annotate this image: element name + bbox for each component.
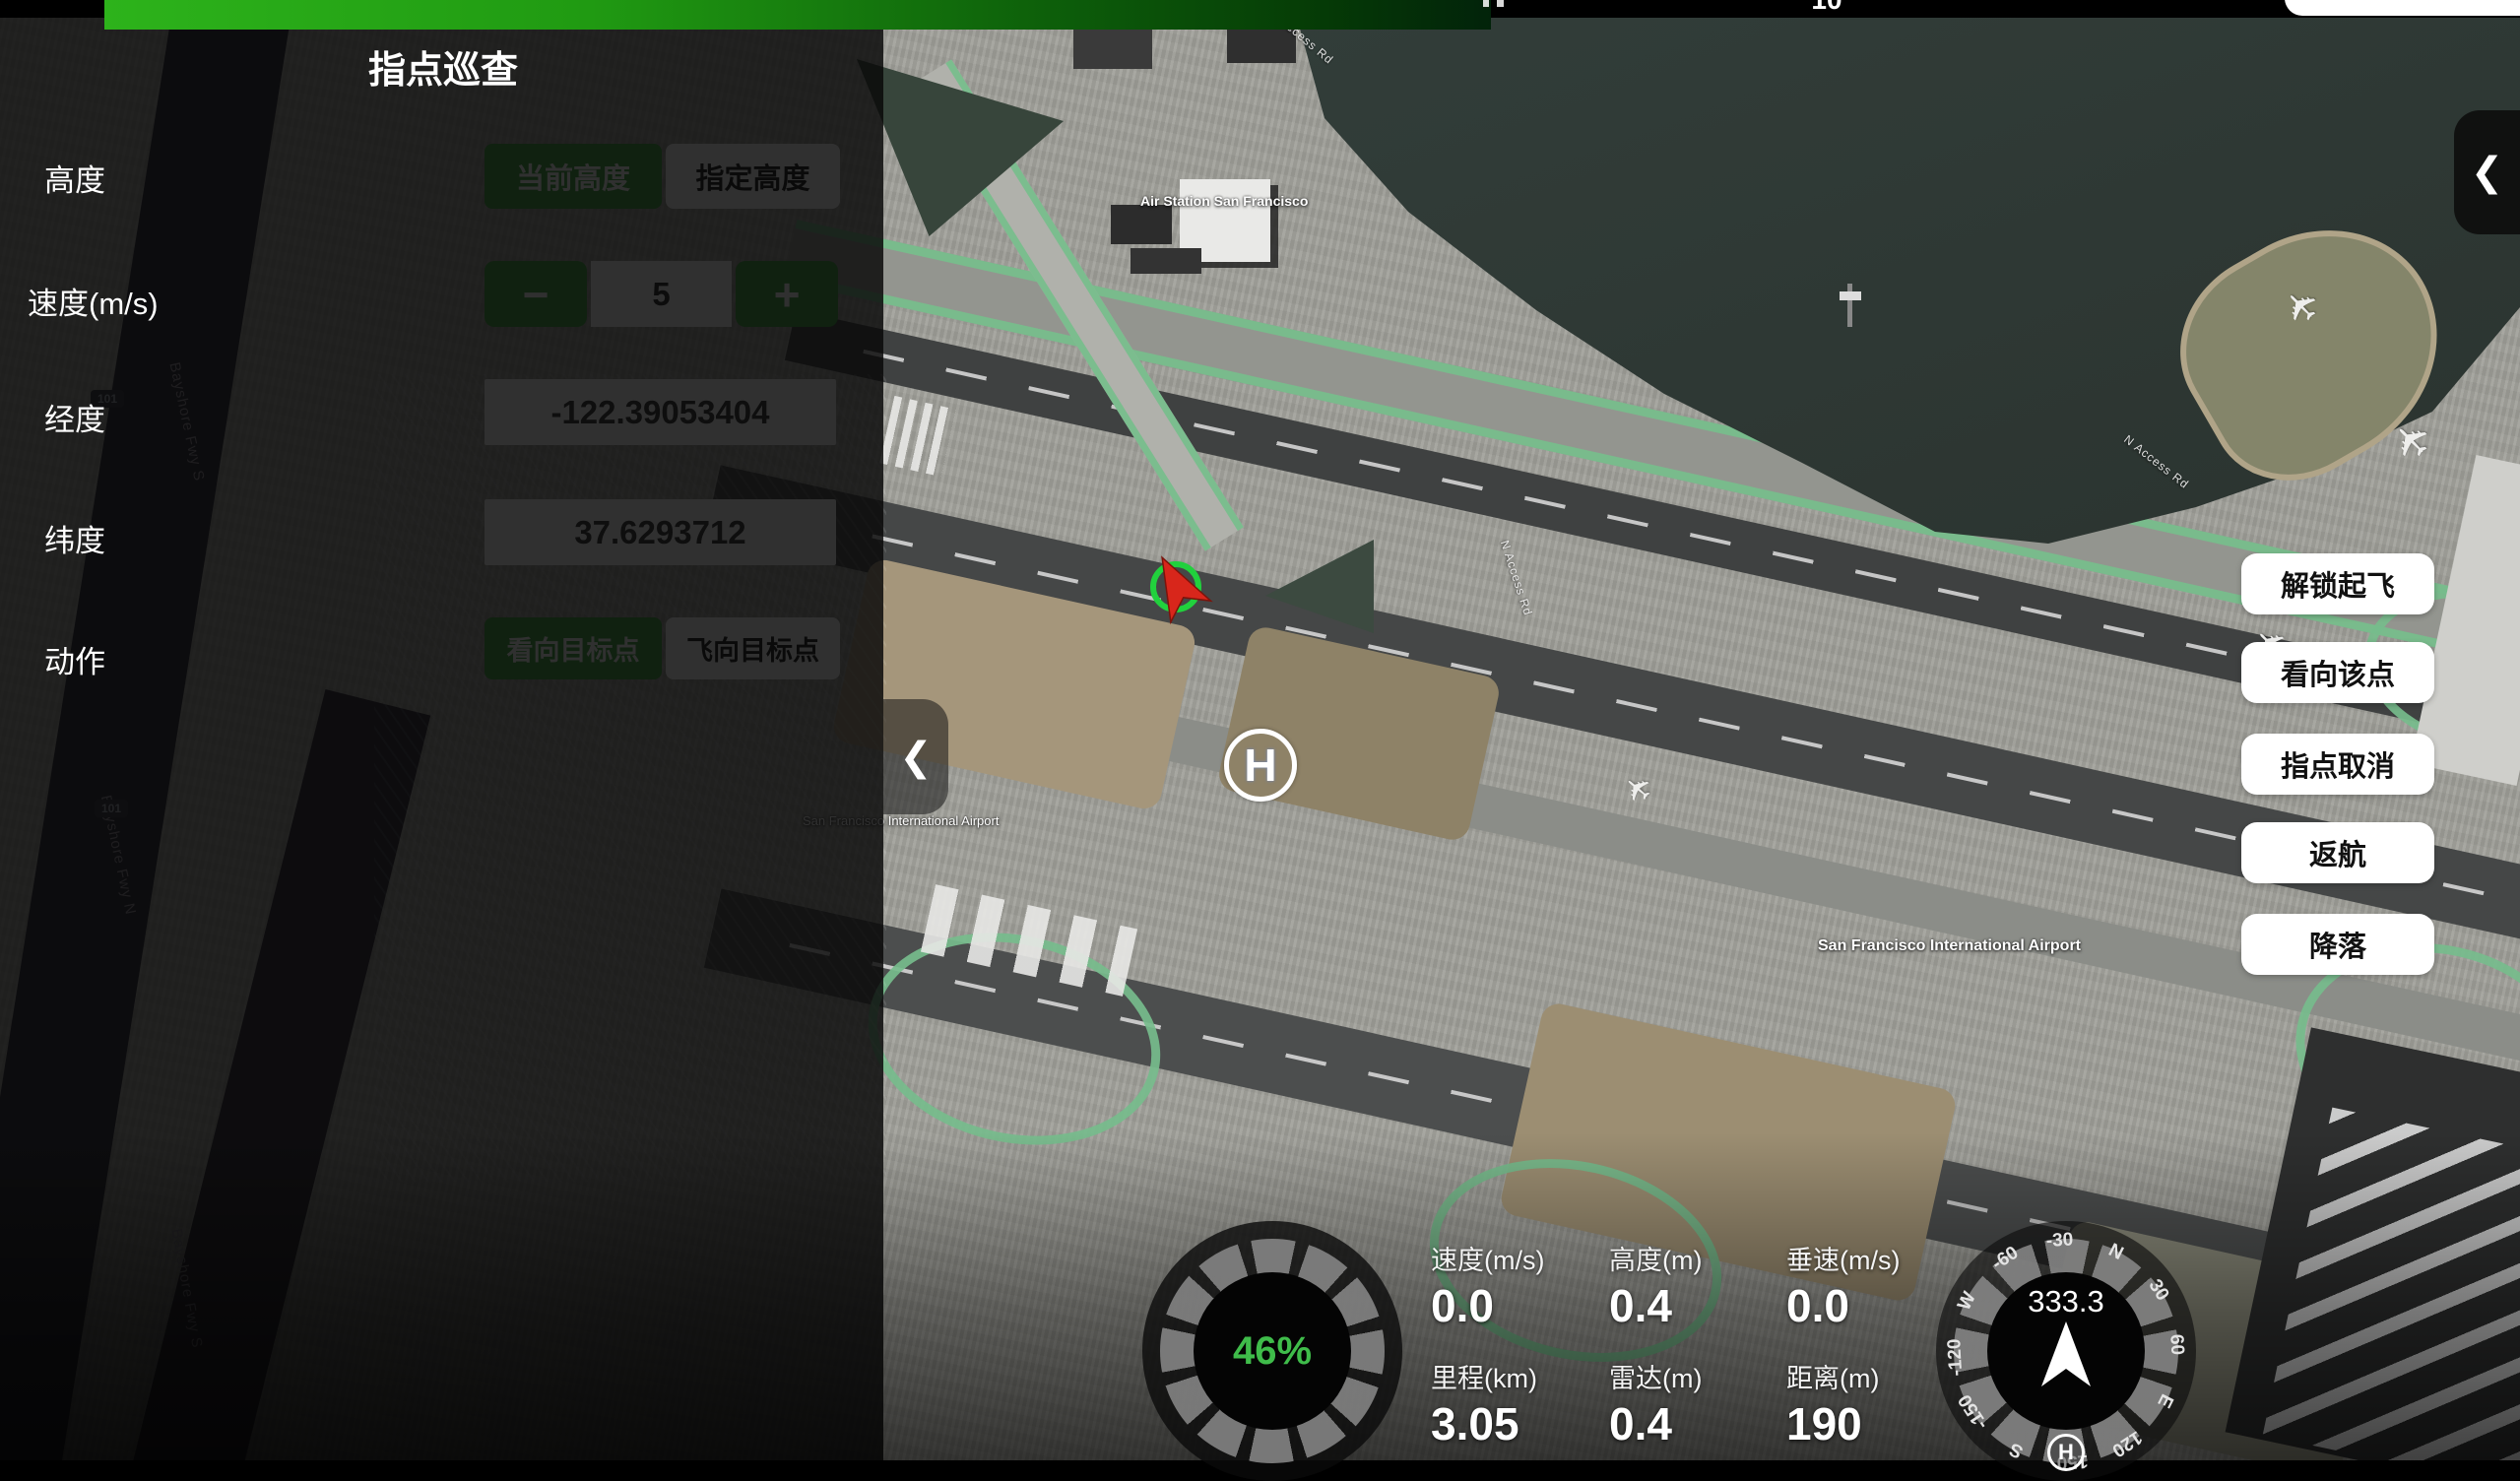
home-point-marker[interactable]: H — [1224, 729, 1297, 802]
compass-tick-label: 60 — [2165, 1333, 2187, 1355]
altitude-label: 高度 — [44, 156, 105, 200]
panel-collapse-tab[interactable]: ❮ — [883, 699, 948, 814]
right-panel-collapse-tab[interactable]: ❮ — [2454, 110, 2520, 234]
page-title: 指点巡查 — [335, 39, 551, 94]
speed-label: 速度(m/s) — [28, 279, 159, 323]
telemetry-radar: 雷达(m)0.4 — [1609, 1357, 1702, 1450]
drone-arrow-icon — [1129, 537, 1230, 640]
compass-gauge: N3060E120150S-150-120W-60-30 333.3 H — [1936, 1221, 2196, 1481]
toolbar-value: 10 — [1792, 0, 1861, 16]
action-label: 动作 — [44, 637, 105, 681]
compass-tick-label: N — [2104, 1240, 2126, 1265]
map-label-air-station: Air Station San Francisco — [1140, 193, 1308, 209]
longitude-label: 经度 — [44, 395, 105, 439]
compass-tick-label: -150 — [1955, 1390, 1993, 1434]
drone-marker[interactable] — [1140, 551, 1217, 634]
compass-north-arrow-icon — [2024, 1318, 2108, 1396]
map-pier — [1847, 284, 1852, 327]
map-building — [1131, 248, 1201, 274]
compass-tick-label: S — [2006, 1437, 2027, 1461]
compass-tick-label: -60 — [1988, 1243, 2023, 1275]
chevron-left-icon: ❮ — [899, 738, 933, 777]
compass-tick-label: 30 — [2144, 1276, 2173, 1306]
telemetry-speed: 速度(m/s)0.0 — [1431, 1239, 1544, 1332]
battery-percentage: 46% — [1233, 1329, 1312, 1374]
cancel-point-button[interactable]: 指点取消 — [2241, 734, 2434, 795]
compass-tick-label: -120 — [1944, 1338, 1968, 1377]
compass-tick-label: -30 — [2045, 1229, 2074, 1253]
toolbar-search-pill[interactable] — [2285, 0, 2520, 16]
compass-heading-value: 333.3 — [1987, 1284, 2145, 1320]
compass-home-icon: H — [2047, 1434, 2085, 1471]
telemetry-altitude: 高度(m)0.4 — [1609, 1239, 1702, 1332]
battery-gauge: 46% — [1142, 1221, 1402, 1481]
map-boat — [1840, 291, 1861, 300]
chevron-left-icon: ❮ — [2471, 153, 2504, 192]
compass-tick-label: E — [2152, 1390, 2176, 1411]
return-home-button[interactable]: 返航 — [2241, 822, 2434, 883]
map-label-sfo: San Francisco International Airport — [1818, 937, 2081, 955]
cropped-toolbar-icon — [1483, 0, 1517, 7]
look-at-point-button[interactable]: 看向该点 — [2241, 642, 2434, 703]
compass-tick-label: 120 — [2107, 1426, 2146, 1461]
map-building — [1073, 24, 1152, 69]
telemetry-distance: 距离(m)190 — [1786, 1357, 1879, 1450]
map-building — [1111, 205, 1172, 244]
compass-tick-label: W — [1954, 1289, 1981, 1315]
telemetry-mileage: 里程(km)3.05 — [1431, 1357, 1537, 1450]
battery-level-bar — [104, 0, 1491, 30]
latitude-label: 纬度 — [44, 516, 105, 560]
telemetry-vertical-speed: 垂速(m/s)0.0 — [1786, 1239, 1900, 1332]
land-button[interactable]: 降落 — [2241, 914, 2434, 975]
unlock-takeoff-button[interactable]: 解锁起飞 — [2241, 553, 2434, 614]
